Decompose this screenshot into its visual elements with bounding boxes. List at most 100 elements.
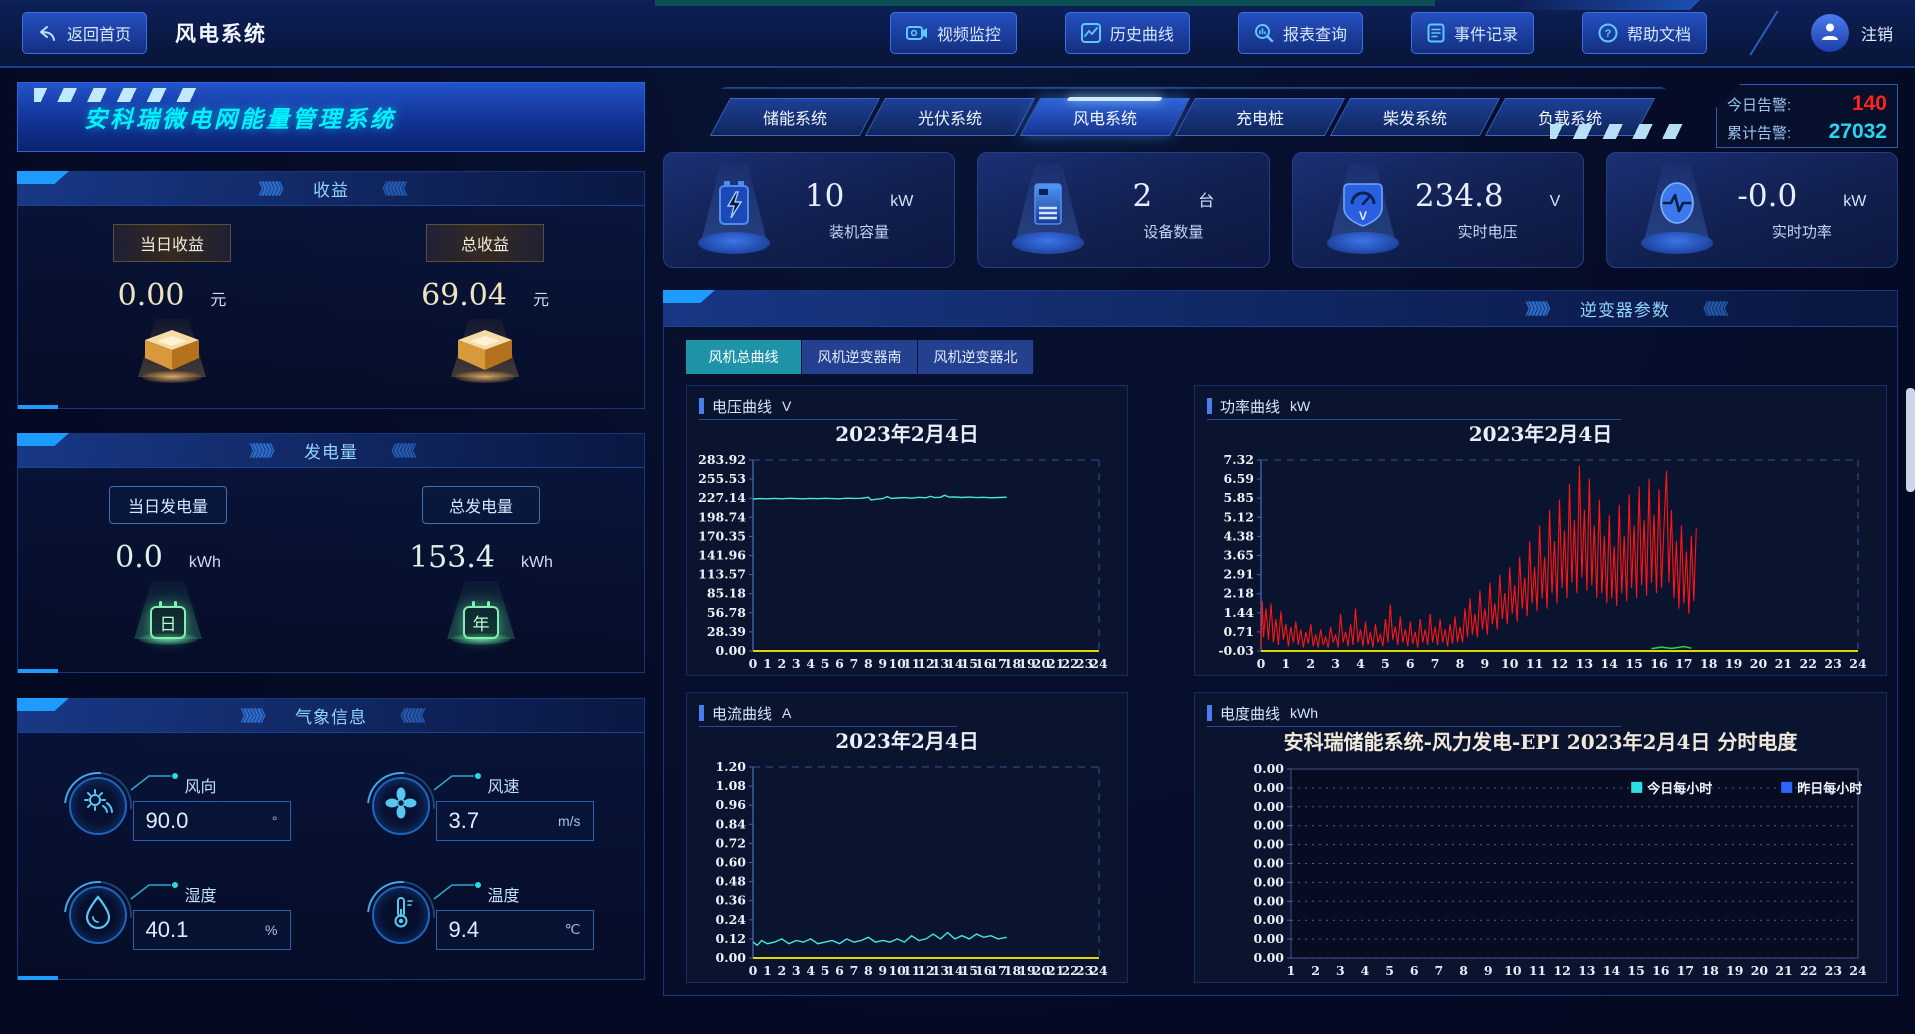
wind-speed-unit: m/s xyxy=(558,813,581,829)
humidity-item: 湿度 40.1 % xyxy=(28,860,331,969)
top-nav-buttons: 视频监控 历史曲线 报表查询 事件记录 ? 帮助文档 xyxy=(890,12,1707,54)
today-alarm-value: 140 xyxy=(1852,92,1887,116)
tab-fan-total-curve[interactable]: 风机总曲线 xyxy=(686,340,802,374)
svg-text:0: 0 xyxy=(749,656,758,671)
svg-text:56.78: 56.78 xyxy=(707,605,746,620)
energy-chart-plot: 0.000.000.000.000.000.000.000.000.000.00… xyxy=(1207,759,1874,980)
brand-stripes-decoration xyxy=(34,88,206,102)
report-query-button[interactable]: 报表查询 xyxy=(1238,12,1363,54)
tab-pv-system[interactable]: 光伏系统 xyxy=(865,98,1035,136)
temperature-value: 9.4 xyxy=(449,917,480,943)
device-count-icon xyxy=(1026,178,1070,235)
year-calendar-icon: 年 xyxy=(433,581,529,645)
wind-direction-item: 风向 90.0 ° xyxy=(28,751,331,860)
inverter-params-panel: 》》》》》》 逆变器参数 《《《《《《 风机总曲线 风机逆变器南 风机逆变器北 … xyxy=(663,290,1898,996)
tab-storage-system[interactable]: 储能系统 xyxy=(710,98,880,136)
event-log-icon xyxy=(1427,23,1445,43)
svg-text:1: 1 xyxy=(763,656,772,671)
help-doc-button[interactable]: ? 帮助文档 xyxy=(1582,12,1707,54)
svg-text:24: 24 xyxy=(1849,656,1867,671)
logout-button[interactable]: 注销 xyxy=(1861,21,1893,45)
alarm-stripes-decoration xyxy=(1550,124,1690,139)
income-panel-header: 》》》》》》 收益 《《《《《《 xyxy=(18,172,644,206)
scrollbar[interactable] xyxy=(1906,388,1915,492)
power-chart-plot: 7.326.595.855.124.383.652.912.181.440.71… xyxy=(1207,450,1874,673)
tab-diesel-system[interactable]: 柴发系统 xyxy=(1330,98,1500,136)
svg-text:2.91: 2.91 xyxy=(1224,567,1254,582)
svg-text:10: 10 xyxy=(1501,656,1519,671)
svg-text:141.96: 141.96 xyxy=(699,548,746,563)
realtime-power-value: -0.0 xyxy=(1737,178,1797,214)
event-log-label: 事件记录 xyxy=(1454,21,1518,45)
device-count-card: 2 台 设备数量 xyxy=(977,152,1269,268)
voltage-chart-title: 电压曲线 xyxy=(712,396,772,417)
user-avatar[interactable] xyxy=(1811,14,1849,52)
svg-text:?: ? xyxy=(1605,28,1612,40)
svg-text:21: 21 xyxy=(1775,656,1792,671)
svg-text:28.39: 28.39 xyxy=(707,624,746,639)
svg-text:24: 24 xyxy=(1090,963,1108,978)
svg-text:8: 8 xyxy=(864,656,873,671)
current-chart-card: 电流曲线 A 2023年2月4日 1.201.080.960.840.720.6… xyxy=(686,692,1128,983)
back-home-button[interactable]: 返回首页 xyxy=(22,12,147,54)
svg-text:9: 9 xyxy=(878,963,887,978)
history-curve-button[interactable]: 历史曲线 xyxy=(1065,12,1190,54)
svg-text:3: 3 xyxy=(1331,656,1340,671)
tab-wind-system[interactable]: 风电系统 xyxy=(1020,98,1190,136)
svg-text:1.08: 1.08 xyxy=(716,778,747,793)
svg-text:2: 2 xyxy=(777,963,786,978)
total-generation-value: 153.4 xyxy=(409,540,495,575)
svg-text:13: 13 xyxy=(1578,963,1595,978)
svg-text:5: 5 xyxy=(1385,963,1394,978)
top-teal-strip xyxy=(655,0,1435,6)
installed-capacity-card: 10 kW 装机容量 xyxy=(663,152,955,268)
svg-text:0.00: 0.00 xyxy=(716,950,747,965)
system-tabs-row: 储能系统 光伏系统 风电系统 充电桩 柴发系统 负载系统 今日告警: 140 累… xyxy=(663,82,1898,144)
svg-text:0.00: 0.00 xyxy=(1254,856,1285,871)
svg-text:0.00: 0.00 xyxy=(716,643,747,658)
tab-fan-inverter-north[interactable]: 风机逆变器北 xyxy=(918,340,1034,374)
weather-panel-header: 》》》》》》 气象信息 《《《《《《 xyxy=(18,699,644,733)
battery-capacity-icon xyxy=(712,178,756,235)
svg-text:0.00: 0.00 xyxy=(1254,818,1285,833)
left-column: 安科瑞微电网能量管理系统 》》》》》》 收益 《《《《《《 当日收益 0.00 … xyxy=(17,82,645,996)
svg-text:0.96: 0.96 xyxy=(716,797,747,812)
svg-text:17: 17 xyxy=(1677,963,1694,978)
top-bar: 返回首页 风电系统 视频监控 历史曲线 报表查询 事件记录 ? 帮助文档 xyxy=(0,0,1915,68)
svg-text:7: 7 xyxy=(850,656,859,671)
wind-speed-icon xyxy=(372,777,430,835)
video-monitor-button[interactable]: 视频监控 xyxy=(890,12,1017,54)
svg-text:0: 0 xyxy=(749,963,758,978)
weather-panel-title: 气象信息 xyxy=(295,703,367,728)
power-pulse-icon xyxy=(1652,178,1702,233)
back-arrow-icon xyxy=(38,23,58,43)
wind-speed-item: 风速 3.7 m/s xyxy=(331,751,634,860)
svg-text:3: 3 xyxy=(792,656,801,671)
svg-text:1: 1 xyxy=(1287,963,1296,978)
voltage-chart-card: 电压曲线 V 2023年2月4日 283.92255.53227.14198.7… xyxy=(686,385,1128,676)
total-income-unit: 元 xyxy=(533,286,549,310)
total-generation-label: 总发电量 xyxy=(422,486,540,524)
svg-text:1: 1 xyxy=(763,963,772,978)
tab-charging-pile[interactable]: 充电桩 xyxy=(1175,98,1345,136)
humidity-value-box: 40.1 % xyxy=(133,910,291,950)
arrows-right-decoration: 》》》》》》 xyxy=(249,440,278,461)
wind-direction-value: 90.0 xyxy=(146,808,189,834)
svg-text:0.24: 0.24 xyxy=(716,912,747,927)
event-log-button[interactable]: 事件记录 xyxy=(1411,12,1534,54)
svg-text:0.12: 0.12 xyxy=(716,931,746,946)
gold-box-icon xyxy=(437,319,533,383)
svg-text:7.32: 7.32 xyxy=(1224,452,1254,467)
svg-text:0.60: 0.60 xyxy=(716,855,747,870)
svg-text:14: 14 xyxy=(1601,656,1619,671)
svg-text:0.00: 0.00 xyxy=(1254,931,1285,946)
total-generation-unit: kWh xyxy=(521,554,553,572)
installed-capacity-label: 装机容量 xyxy=(829,221,889,242)
svg-text:1: 1 xyxy=(1282,656,1291,671)
svg-text:85.18: 85.18 xyxy=(707,586,746,601)
svg-text:198.74: 198.74 xyxy=(699,509,746,524)
svg-text:11: 11 xyxy=(1526,656,1543,671)
svg-text:10: 10 xyxy=(1504,963,1522,978)
svg-text:4: 4 xyxy=(1356,656,1365,671)
tab-fan-inverter-south[interactable]: 风机逆变器南 xyxy=(802,340,918,374)
